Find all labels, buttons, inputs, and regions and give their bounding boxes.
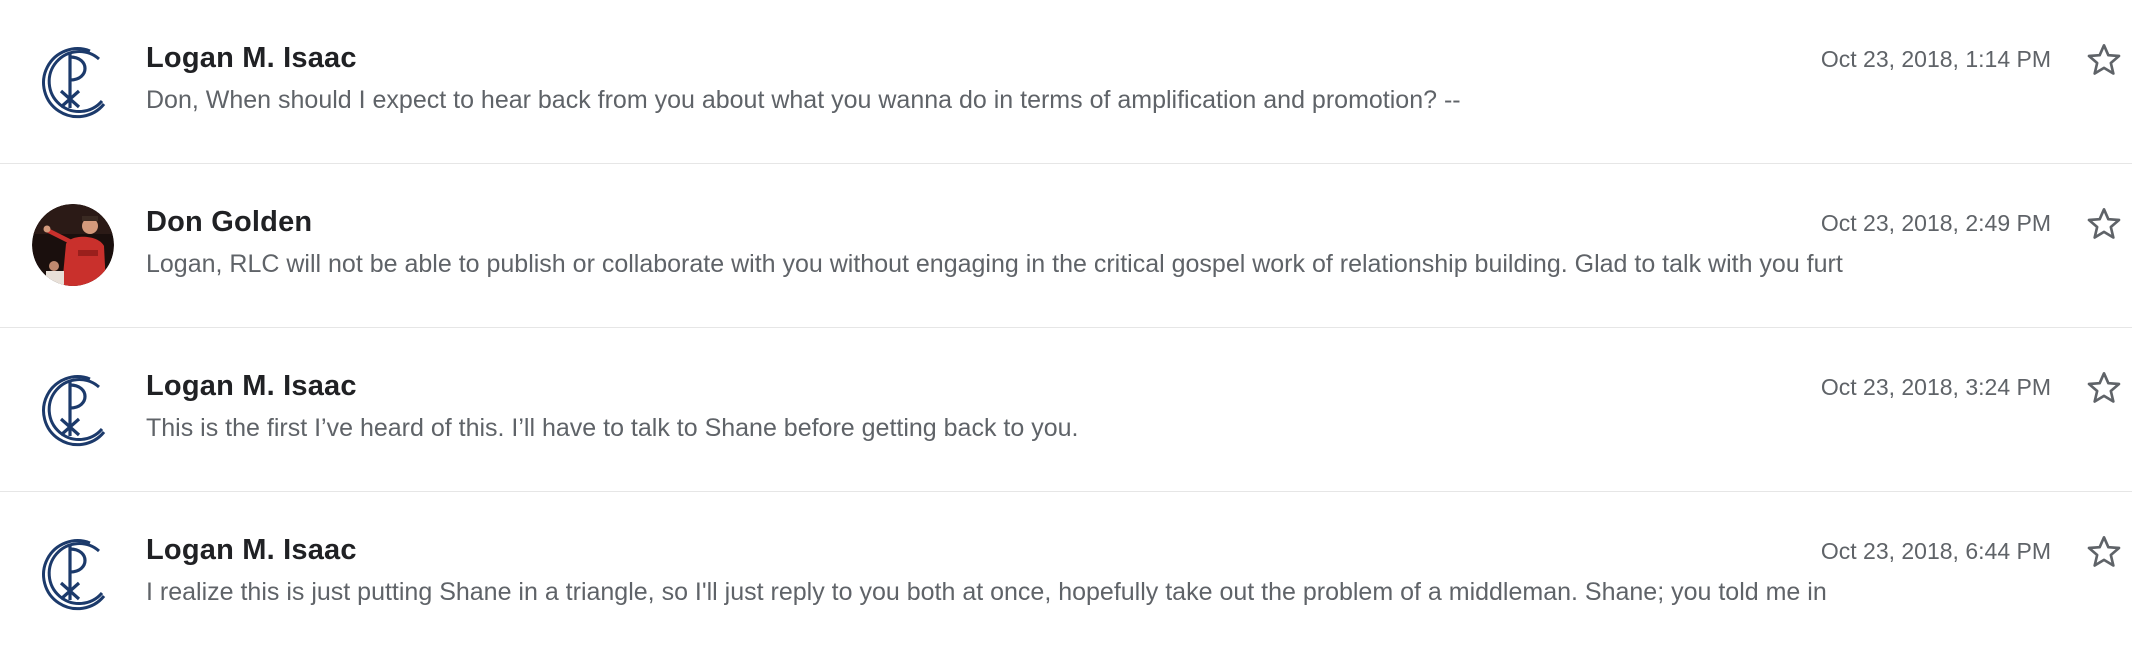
email-thread: Logan M. Isaac Don, When should I expect… [0,0,2132,646]
message-date: Oct 23, 2018, 2:49 PM [1820,210,2051,236]
star-button[interactable] [2084,40,2124,80]
message-row[interactable]: Logan M. Isaac I realize this is just pu… [0,492,2132,656]
chi-rho-logo-icon [35,535,111,611]
sender-name: Logan M. Isaac [146,370,357,402]
message-snippet: This is the first I’ve heard of this. I’… [146,414,1079,442]
message-snippet: I realize this is just putting Shane in … [146,578,1827,606]
avatar[interactable] [32,40,114,122]
avatar[interactable] [32,204,114,286]
message-date: Oct 23, 2018, 3:24 PM [1820,374,2051,400]
chi-rho-logo-icon [35,43,111,119]
message-row[interactable]: Logan M. Isaac Don, When should I expect… [0,0,2132,164]
star-outline-icon [2087,44,2121,75]
star-button[interactable] [2084,532,2124,572]
star-outline-icon [2087,536,2121,567]
sender-name: Logan M. Isaac [146,42,357,74]
message-date: Oct 23, 2018, 6:44 PM [1820,538,2051,564]
star-button[interactable] [2084,368,2124,408]
message-date: Oct 23, 2018, 1:14 PM [1820,46,2051,72]
chi-rho-logo-icon [35,371,111,447]
sender-name: Logan M. Isaac [146,534,357,566]
message-row[interactable]: Logan M. Isaac This is the first I’ve he… [0,328,2132,492]
message-snippet: Logan, RLC will not be able to publish o… [146,250,1843,278]
avatar[interactable] [32,368,114,450]
avatar[interactable] [32,532,114,614]
star-outline-icon [2087,372,2121,403]
star-button[interactable] [2084,204,2124,244]
message-row[interactable]: Don Golden Logan, RLC will not be able t… [0,164,2132,328]
star-outline-icon [2087,208,2121,239]
profile-photo [32,204,114,286]
message-snippet: Don, When should I expect to hear back f… [146,86,1461,114]
sender-name: Don Golden [146,206,313,238]
